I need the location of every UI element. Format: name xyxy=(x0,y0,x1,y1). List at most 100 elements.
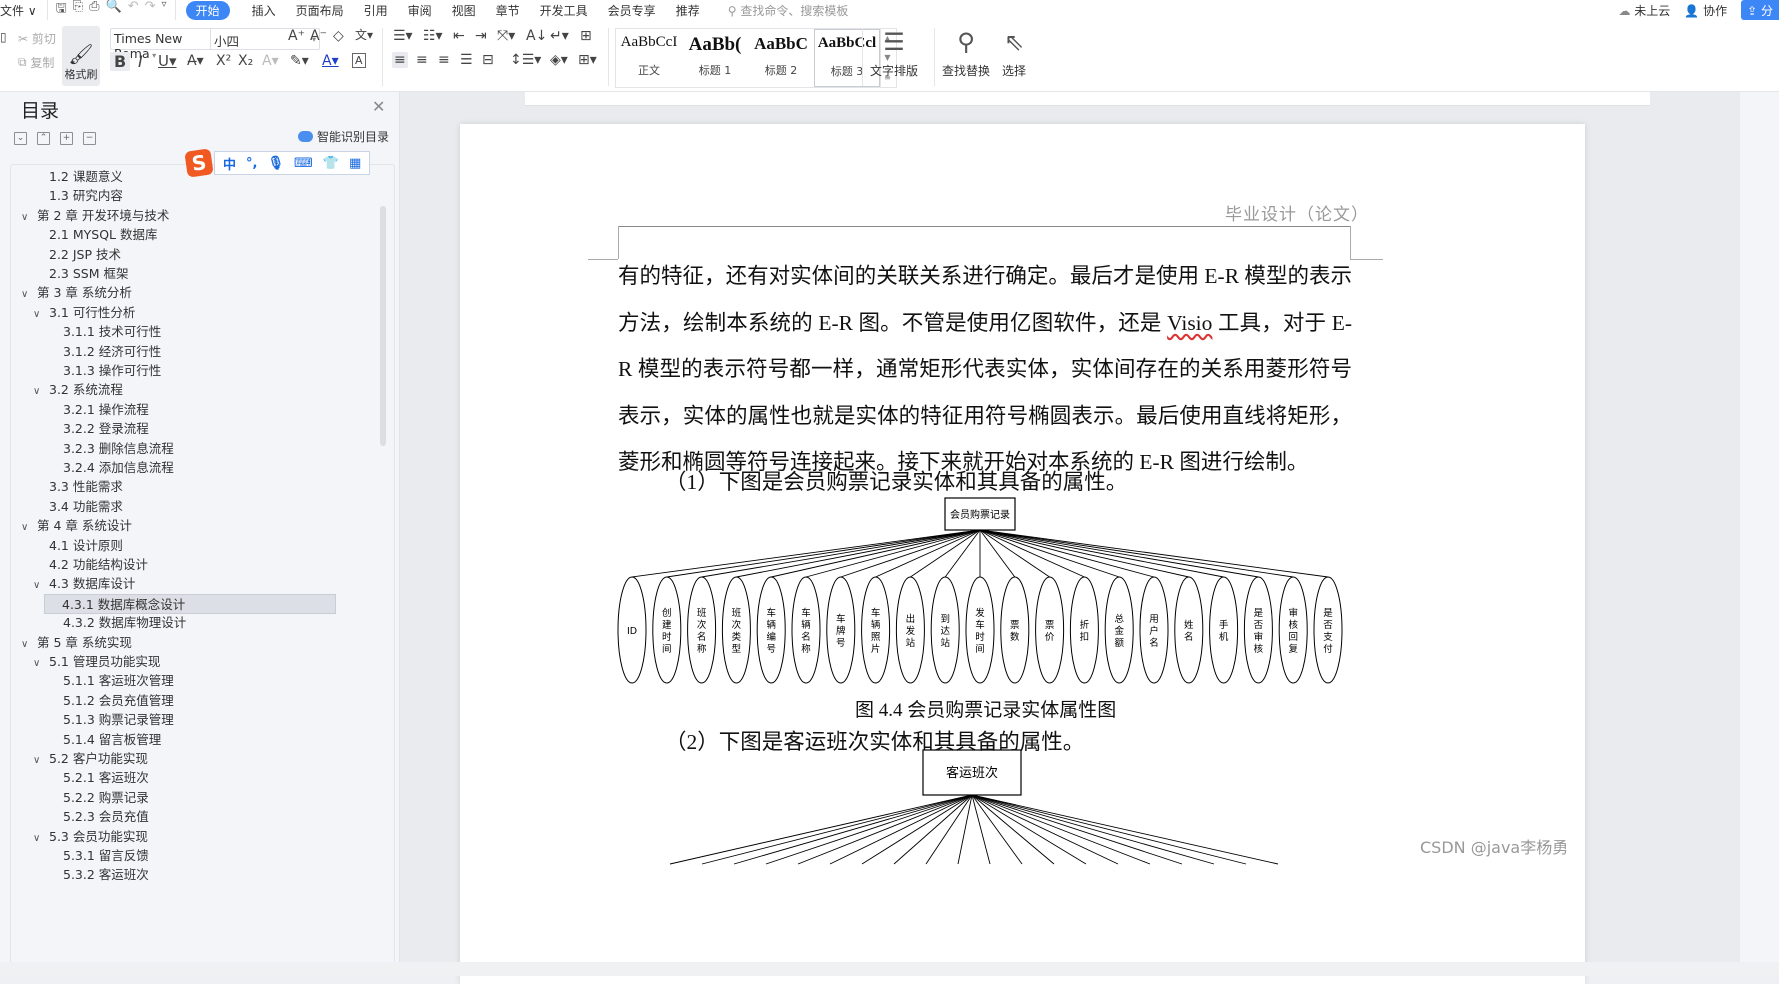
style-heading-2[interactable]: AaBbC 标题 2 xyxy=(748,29,814,87)
toc-item[interactable]: 3.2.4 添加信息流程 xyxy=(63,458,174,478)
font-name-select[interactable]: Times New Roma ▾ xyxy=(111,29,211,61)
toc-item[interactable]: 5.3.2 客运班次 xyxy=(63,865,149,885)
toc-item[interactable]: 3.1.1 技术可行性 xyxy=(63,322,161,342)
smart-toc-button[interactable]: 智能识别目录 xyxy=(298,128,389,145)
text-direction-icon[interactable]: ⤧▾ xyxy=(497,28,515,44)
toc-item[interactable]: 4.3.2 数据库物理设计 xyxy=(63,613,186,633)
sort-icon[interactable]: A↓ xyxy=(526,28,547,44)
skin-shirt-icon[interactable]: 👕 xyxy=(323,156,339,171)
cut-button[interactable]: ✂ 剪切 xyxy=(18,30,56,47)
toc-item[interactable]: 5.1.2 会员充值管理 xyxy=(63,691,174,711)
superscript-button[interactable]: X² xyxy=(216,53,231,69)
toc-item[interactable]: 3.3 性能需求 xyxy=(49,477,123,497)
redo-icon[interactable]: ↷ xyxy=(145,0,156,21)
chevron-down-icon[interactable]: ∨ xyxy=(33,382,49,402)
file-menu[interactable]: 文件 ∨ xyxy=(0,2,47,19)
toc-item[interactable]: ∨ 第 4 章 系统设计 xyxy=(21,516,132,536)
add-level-icon[interactable]: + xyxy=(60,132,73,145)
sogou-logo-icon[interactable]: S xyxy=(184,148,214,178)
tab-review[interactable]: 审阅 xyxy=(398,2,442,19)
collapse-all-icon[interactable]: ⌃ xyxy=(37,132,50,145)
tab-developer[interactable]: 开发工具 xyxy=(530,2,598,19)
toc-item[interactable]: 4.2 功能结构设计 xyxy=(49,555,148,575)
toc-item[interactable]: 4.3.1 数据库概念设计 xyxy=(44,593,336,614)
toc-item[interactable]: 3.1.2 经济可行性 xyxy=(63,342,161,362)
chevron-down-icon[interactable]: ∨ xyxy=(21,518,37,538)
bold-button[interactable]: B xyxy=(110,52,131,71)
line-spacing-icon[interactable]: ↕☰▾ xyxy=(510,52,541,68)
line-break-icon[interactable]: ↵▾ xyxy=(550,28,569,44)
toc-item[interactable]: ∨ 3.2 系统流程 xyxy=(33,380,123,400)
tab-recommend[interactable]: 推荐 xyxy=(666,2,710,19)
toc-item[interactable]: 3.2.2 登录流程 xyxy=(63,419,149,439)
strikethrough-button[interactable]: A̶▾ xyxy=(187,53,204,69)
tab-page-layout[interactable]: 页面布局 xyxy=(286,2,354,19)
decrease-indent-icon[interactable]: ⇤ xyxy=(453,28,465,44)
clear-format-icon[interactable]: ◇ xyxy=(333,28,344,44)
chevron-down-icon[interactable]: ∨ xyxy=(33,751,49,771)
shading-icon[interactable]: ◈▾ xyxy=(550,52,568,68)
format-painter-button[interactable]: 🖌 格式刷 xyxy=(62,26,100,86)
style-normal[interactable]: AaBbCcI 正文 xyxy=(616,29,682,87)
toc-item[interactable]: ∨ 4.3 数据库设计 xyxy=(33,574,135,594)
ruler-icon[interactable]: ⊞ xyxy=(580,28,592,44)
toc-item[interactable]: 2.3 SSM 框架 xyxy=(49,264,128,284)
align-right-button[interactable]: ≡ xyxy=(438,52,450,68)
print-preview-icon[interactable]: 🔍 xyxy=(106,0,122,21)
toc-item[interactable]: 1.2 课题意义 xyxy=(49,167,123,187)
italic-button[interactable]: I xyxy=(138,52,143,71)
toc-item[interactable]: 3.2.3 删除信息流程 xyxy=(63,439,174,459)
tab-references[interactable]: 引用 xyxy=(354,2,398,19)
cloud-status[interactable]: ☁ 未上云 xyxy=(1618,2,1670,19)
find-replace-button[interactable]: ⚲ 查找替换 xyxy=(942,28,990,79)
ime-punct[interactable]: °, xyxy=(246,156,257,171)
toc-item[interactable]: 5.2.2 购票记录 xyxy=(63,788,149,808)
toc-item[interactable]: 5.1.4 留言板管理 xyxy=(63,730,161,750)
expand-all-icon[interactable]: ⌄ xyxy=(14,132,27,145)
toc-item[interactable]: 4.1 设计原则 xyxy=(49,536,123,556)
toc-item[interactable]: 2.2 JSP 技术 xyxy=(49,245,121,265)
toc-item[interactable]: ∨ 第 3 章 系统分析 xyxy=(21,283,132,303)
microphone-icon[interactable]: 🎙 xyxy=(267,156,284,171)
text-effect-button[interactable]: A▾ xyxy=(262,53,279,69)
subscript-button[interactable]: X₂ xyxy=(238,53,253,69)
toc-item[interactable]: 3.2.1 操作流程 xyxy=(63,400,149,420)
chevron-down-icon[interactable]: ∨ xyxy=(21,208,37,228)
toc-item[interactable]: 1.3 研究内容 xyxy=(49,186,123,206)
style-heading-1[interactable]: AaBb( 标题 1 xyxy=(682,29,748,87)
char-border-button[interactable]: A xyxy=(352,53,366,68)
text-layout-button[interactable]: ☰ 文字排版 xyxy=(870,28,918,79)
collab-button[interactable]: 👤 协作 xyxy=(1684,2,1727,19)
tab-home[interactable]: 开始 xyxy=(185,0,230,20)
toc-item[interactable]: ∨ 第 5 章 系统实现 xyxy=(21,633,132,653)
export-pdf-icon[interactable]: ⎘ xyxy=(73,0,83,21)
save-icon[interactable]: 🖫 xyxy=(56,0,67,21)
toc-item[interactable]: ∨ 5.1 管理员功能实现 xyxy=(33,652,160,672)
bullet-list-icon[interactable]: ☰▾ xyxy=(393,28,413,44)
print-icon[interactable]: ⎙ xyxy=(89,0,99,21)
tab-member[interactable]: 会员专享 xyxy=(598,2,666,19)
tab-section[interactable]: 章节 xyxy=(486,2,530,19)
shrink-font-icon[interactable]: A⁻ xyxy=(310,28,327,44)
align-left-button[interactable]: ≡ xyxy=(392,52,408,68)
toc-item[interactable]: ∨ 3.1 可行性分析 xyxy=(33,303,135,323)
increase-indent-icon[interactable]: ⇥ xyxy=(475,28,487,44)
undo-icon[interactable]: ↶ xyxy=(128,0,139,21)
remove-level-icon[interactable]: − xyxy=(83,132,96,145)
paste-icon[interactable]: ▯ xyxy=(0,30,7,44)
toc-item[interactable]: 3.1.3 操作可行性 xyxy=(63,361,161,381)
select-button[interactable]: ⇖ 选择 xyxy=(1002,28,1026,79)
command-search[interactable]: ⚲ 查找命令、搜索模板 xyxy=(718,2,859,19)
copy-button[interactable]: ⧉ 复制 xyxy=(18,54,54,71)
toc-item[interactable]: 5.2.3 会员充值 xyxy=(63,807,149,827)
share-button[interactable]: ⇪ 分 xyxy=(1741,0,1779,20)
font-color-button[interactable]: A▾ xyxy=(322,53,339,69)
tab-insert[interactable]: 插入 xyxy=(242,2,286,19)
grow-font-icon[interactable]: A⁺ xyxy=(288,28,305,44)
grid-menu-icon[interactable]: ▦ xyxy=(349,156,361,171)
highlight-button[interactable]: ✎▾ xyxy=(290,53,309,69)
toc-item[interactable]: 5.2.1 客运班次 xyxy=(63,768,149,788)
toc-item[interactable]: 5.1.1 客运班次管理 xyxy=(63,671,174,691)
numbered-list-icon[interactable]: ☷▾ xyxy=(423,28,443,44)
toc-item[interactable]: 2.1 MYSQL 数据库 xyxy=(49,225,157,245)
